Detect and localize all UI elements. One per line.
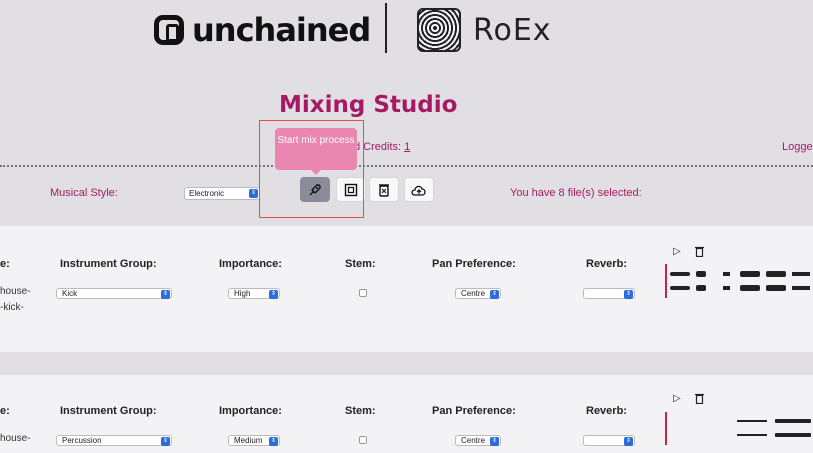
reverb-select[interactable]: ⇕	[583, 435, 635, 446]
files-selected-text: You have 8 file(s) selected:	[510, 187, 642, 199]
divider	[0, 165, 813, 167]
pan-preference-label: Pan Preference:	[432, 258, 516, 270]
reverb-label: Reverb:	[586, 258, 627, 270]
instrument-group-value: Kick	[62, 289, 78, 298]
trash-icon[interactable]	[695, 393, 704, 407]
track-name: house-	[0, 431, 31, 447]
pan-preference-select[interactable]: Centre ⇕	[455, 288, 501, 299]
logged-in-text: Logge	[782, 141, 813, 153]
musical-style-value: Electronic	[189, 189, 225, 198]
instrument-group-select[interactable]: Percussion ⇕	[56, 435, 172, 446]
importance-value: Medium	[234, 436, 263, 445]
roex-logo: RoEx	[417, 8, 552, 52]
musical-style-select[interactable]: Electronic ⇕	[184, 187, 260, 200]
trash-icon	[379, 183, 389, 197]
stem-checkbox[interactable]	[359, 289, 367, 297]
pan-preference-label: Pan Preference:	[432, 405, 516, 417]
logo-divider	[385, 3, 387, 53]
select-arrow-icon: ⇕	[249, 189, 258, 198]
unchained-logo-mark	[154, 15, 184, 45]
instrument-group-select[interactable]: Kick ⇕	[56, 288, 172, 299]
roex-wordmark: RoEx	[473, 12, 552, 48]
play-icon[interactable]: ▷	[673, 246, 681, 257]
track-name-line: house-	[0, 286, 31, 297]
upload-button[interactable]	[404, 177, 434, 202]
play-icon[interactable]: ▷	[673, 393, 681, 404]
track-row: e: Instrument Group: Importance: Stem: P…	[0, 226, 813, 352]
roex-logo-mark	[417, 8, 461, 52]
name-column-label: e:	[0, 258, 10, 270]
name-column-label: e:	[0, 405, 10, 417]
credits-value[interactable]: 1	[404, 141, 410, 153]
waveform[interactable]	[668, 264, 813, 298]
select-arrow-icon: ⇕	[269, 437, 278, 446]
pan-preference-value: Centre	[461, 436, 486, 445]
track-name: house- -kick-	[0, 284, 31, 316]
pan-preference-select[interactable]: Centre ⇕	[455, 435, 501, 446]
instrument-group-value: Percussion	[62, 436, 102, 445]
page-title: Mixing Studio	[279, 92, 458, 118]
importance-select[interactable]: Medium ⇕	[228, 435, 280, 446]
stem-label: Stem:	[345, 405, 376, 417]
stem-label: Stem:	[345, 258, 376, 270]
reverb-select[interactable]: ⇕	[583, 288, 635, 299]
waveform[interactable]	[735, 415, 813, 443]
select-arrow-icon: ⇕	[624, 290, 633, 299]
select-arrow-icon: ⇕	[490, 290, 499, 299]
importance-label: Importance:	[219, 258, 282, 270]
instrument-group-label: Instrument Group:	[60, 258, 157, 270]
highlight-frame	[259, 120, 364, 218]
track-row: e: Instrument Group: Importance: Stem: P…	[0, 375, 813, 453]
delete-all-button[interactable]	[369, 177, 399, 202]
select-arrow-icon: ⇕	[624, 437, 633, 446]
stem-checkbox[interactable]	[359, 436, 367, 444]
select-arrow-icon: ⇕	[269, 290, 278, 299]
importance-value: High	[234, 289, 251, 298]
unchained-logo: unchained	[154, 11, 371, 49]
playhead-marker[interactable]	[665, 412, 667, 445]
reverb-label: Reverb:	[586, 405, 627, 417]
select-arrow-icon: ⇕	[490, 437, 499, 446]
track-name-line: -kick-	[0, 302, 24, 313]
select-arrow-icon: ⇕	[161, 290, 170, 299]
playhead-marker[interactable]	[665, 264, 667, 298]
importance-select[interactable]: High ⇕	[228, 288, 280, 299]
unchained-wordmark: unchained	[192, 11, 371, 49]
importance-label: Importance:	[219, 405, 282, 417]
trash-icon[interactable]	[695, 246, 704, 260]
track-name-line: house-	[0, 433, 31, 444]
musical-style-label: Musical Style:	[50, 187, 118, 199]
instrument-group-label: Instrument Group:	[60, 405, 157, 417]
select-arrow-icon: ⇕	[161, 437, 170, 446]
pan-preference-value: Centre	[461, 289, 486, 298]
cloud-upload-icon	[411, 185, 426, 196]
